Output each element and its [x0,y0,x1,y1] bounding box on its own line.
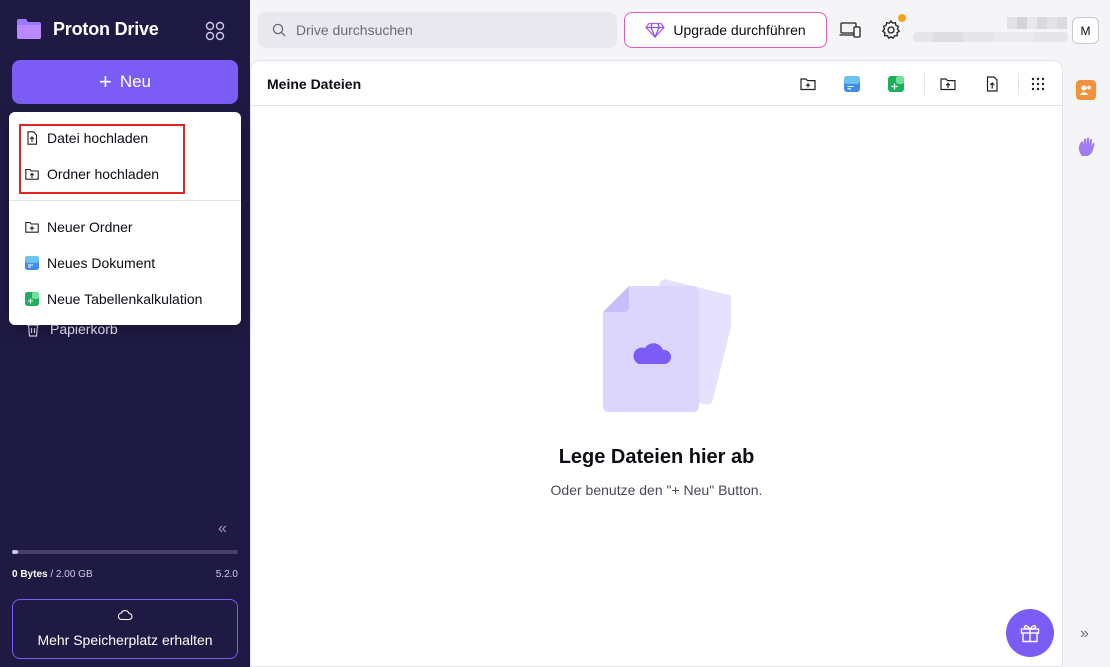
sidebar: Proton Drive + Neu Papierkorb « 0 Bytes … [0,0,250,667]
expand-rail-icon[interactable]: » [1080,625,1089,643]
waving-hand-icon[interactable] [1076,136,1098,158]
menu-item-upload-file[interactable]: Datei hochladen [9,120,241,156]
notification-dot [898,14,906,22]
folder-plus-icon [25,221,39,233]
document-icon [25,256,39,270]
plus-icon: + [98,69,112,94]
empty-state-title: Lege Dateien hier ab [558,446,755,468]
menu-item-label: Datei hochladen [47,130,149,146]
upgrade-label: Upgrade durchführen [673,22,806,38]
diamond-icon [645,22,666,38]
grid-view-icon[interactable] [1030,76,1046,92]
page-title: Meine Dateien [267,76,362,92]
menu-divider [9,200,241,201]
upload-file-toolbar-icon[interactable] [984,76,1000,92]
menu-item-upload-folder[interactable]: Ordner hochladen [9,156,241,192]
menu-item-label: Neue Tabellenkalkulation [47,291,203,307]
gift-button[interactable] [1006,609,1054,657]
file-upload-icon [27,131,38,145]
main-panel: Meine Dateien Lege Dateien hier ab Oder … [250,60,1063,667]
search-bar[interactable] [258,12,617,48]
menu-item-new-document[interactable]: Neues Dokument [9,245,241,281]
empty-state-subtitle: Oder benutze den "+ Neu" Button. [550,482,763,498]
upgrade-button[interactable]: Upgrade durchführen [624,12,827,48]
menu-item-label: Neuer Ordner [47,219,133,235]
settings-gear-icon[interactable] [880,19,902,41]
proton-drive-logo-icon [17,19,41,39]
new-button-label: Neu [119,72,152,91]
toolbar-divider [924,73,925,95]
avatar[interactable]: M [1072,17,1099,44]
search-input[interactable] [296,22,596,38]
menu-item-label: Ordner hochladen [47,166,160,182]
new-menu-dropdown: Datei hochladen Ordner hochladen Neuer O… [9,112,241,325]
cloud-icon [13,608,237,624]
search-icon [272,23,286,37]
empty-folder-illustration-icon [603,279,731,412]
more-storage-button[interactable]: Mehr Speicherplatz erhalten [12,599,238,659]
toolbar: Meine Dateien [251,61,1062,106]
menu-item-new-spreadsheet[interactable]: Neue Tabellenkalkulation [9,281,241,317]
toolbar-divider [1018,73,1019,95]
upload-folder-toolbar-icon[interactable] [940,76,956,92]
storage-usage: 0 Bytes / 2.00 GB [12,569,93,580]
spreadsheet-icon [25,292,39,306]
devices-icon[interactable] [839,20,861,40]
collapse-sidebar-icon[interactable]: « [218,520,227,538]
contacts-icon[interactable] [1076,80,1096,100]
new-document-toolbar-icon[interactable] [844,76,860,92]
gift-icon [1020,624,1040,643]
account-info-redacted[interactable] [913,17,1068,43]
app-version: 5.2.0 [215,569,238,580]
new-folder-toolbar-icon[interactable] [800,76,816,92]
app-logo[interactable]: Proton Drive [15,17,159,41]
folder-upload-icon [25,168,39,180]
new-spreadsheet-toolbar-icon[interactable] [888,76,904,92]
new-button[interactable]: + Neu [12,60,238,104]
more-storage-label: Mehr Speicherplatz erhalten [37,632,213,648]
menu-item-new-folder[interactable]: Neuer Ordner [9,209,241,245]
app-switcher-icon[interactable] [204,20,226,42]
app-name: Proton Drive [53,18,159,39]
storage-progress-bar [12,550,238,554]
menu-item-label: Neues Dokument [47,255,156,271]
